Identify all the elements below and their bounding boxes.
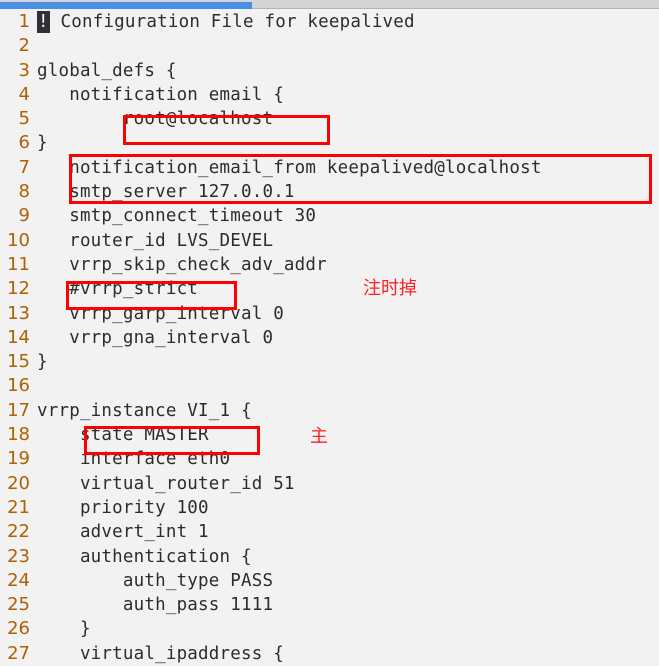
line-number: 26 [7,618,30,640]
line-number: 10 [7,229,30,251]
line-text: authentication { [37,546,252,567]
line-number: 24 [7,569,30,591]
line-text: state MASTER [37,425,209,446]
line-number: 2 [18,35,30,57]
code-line[interactable]: 14 vrrp_gna_interval 0 [0,326,659,350]
line-number: 6 [18,132,30,154]
line-text: router_id LVS_DEVEL [37,230,274,251]
line-text: smtp_connect_timeout 30 [37,206,317,227]
code-line[interactable]: 19 interface eth0 [0,447,659,471]
line-number: 27 [7,642,30,664]
line-number: 7 [18,156,30,178]
code-line[interactable]: 21 priority 100 [0,496,659,520]
line-number: 8 [18,181,30,203]
code-line[interactable]: 9 smtp_connect_timeout 30 [0,204,659,228]
code-line[interactable]: 24 auth_type PASS [0,569,659,593]
line-text: } [37,352,48,373]
code-line[interactable]: 1 ! Configuration File for keepalived [0,10,659,34]
line-text: vrrp_garp_interval 0 [37,303,284,324]
code-line[interactable]: 25 auth_pass 1111 [0,593,659,617]
line-text: vrrp_skip_check_adv_addr [37,254,327,275]
line-number: 17 [7,399,30,421]
line-number: 5 [18,108,30,130]
code-line[interactable]: 2 [0,34,659,58]
line-text: auth_type PASS [37,570,274,591]
line-text: global_defs { [37,60,177,81]
line-text: auth_pass 1111 [37,595,274,616]
code-line[interactable]: 5 root@localhost [0,107,659,131]
line-text: #vrrp_strict [37,279,199,300]
line-number: 4 [18,83,30,105]
line-text: virtual_router_id 51 [37,473,295,494]
line-number: 19 [7,448,30,470]
line-text: notification_email_from keepalived@local… [37,157,542,178]
annotation-label-comment-out: 注时掉 [363,278,417,299]
code-line[interactable]: 23 authentication { [0,545,659,569]
code-line[interactable]: 11 vrrp_skip_check_adv_addr [0,253,659,277]
line-number: 13 [7,302,30,324]
code-line[interactable]: 10 router_id LVS_DEVEL [0,229,659,253]
code-line[interactable]: 13 vrrp_garp_interval 0 [0,302,659,326]
line-text: } [37,133,48,154]
code-line[interactable]: 6} [0,131,659,155]
line-number: 15 [7,351,30,373]
line-number: 12 [7,278,30,300]
line-number: 25 [7,594,30,616]
annotation-label-master: 主 [310,426,328,447]
code-line[interactable]: 20 virtual_router_id 51 [0,472,659,496]
line-number: 21 [7,496,30,518]
top-scrollbar-thumb[interactable] [0,2,252,9]
line-text: advert_int 1 [37,522,209,543]
line-text: ! Configuration File for keepalived [37,11,415,33]
line-number: 23 [7,545,30,567]
line-number: 3 [18,59,30,81]
line-number: 11 [7,253,30,275]
line-number: 9 [18,205,30,227]
line-text: vrrp_gna_interval 0 [37,327,274,348]
top-scrollbar-track[interactable] [0,0,659,9]
line-text: root@localhost [37,109,274,130]
line-text: vrrp_instance VI_1 { [37,400,252,421]
code-line[interactable]: 3 global_defs { [0,59,659,83]
line-text: } [37,619,91,640]
line-number: 16 [7,375,30,397]
line-number: 1 [18,11,30,32]
code-line[interactable]: 17 vrrp_instance VI_1 { [0,399,659,423]
line-number: 14 [7,326,30,348]
code-line[interactable]: 27 virtual_ipaddress { [0,642,659,666]
code-line[interactable]: 12 #vrrp_strict [0,277,659,301]
line-number: 18 [7,424,30,446]
code-line[interactable]: 8 smtp_server 127.0.0.1 [0,180,659,204]
code-line[interactable]: 15} [0,350,659,374]
line-text: interface eth0 [37,449,231,470]
code-line[interactable]: 4 notification email { [0,83,659,107]
code-line[interactable]: 7 notification_email_from keepalived@loc… [0,156,659,180]
line-text: notification email { [37,84,284,105]
code-line[interactable]: 18 state MASTER [0,423,659,447]
code-line[interactable]: 26 } [0,617,659,641]
code-line[interactable]: 16 [0,374,659,398]
line-text: virtual_ipaddress { [37,643,284,664]
line-number: 20 [7,472,30,494]
line-text: priority 100 [37,497,209,518]
code-editor[interactable]: 1 ! Configuration File for keepalived 2 3 gl… [0,10,659,664]
line-number: 22 [7,521,30,543]
line-text: smtp_server 127.0.0.1 [37,182,295,203]
selected-bang-character: ! [37,11,50,33]
code-lines: 1 ! Configuration File for keepalived 2 3 gl… [0,10,659,666]
code-line[interactable]: 22 advert_int 1 [0,520,659,544]
